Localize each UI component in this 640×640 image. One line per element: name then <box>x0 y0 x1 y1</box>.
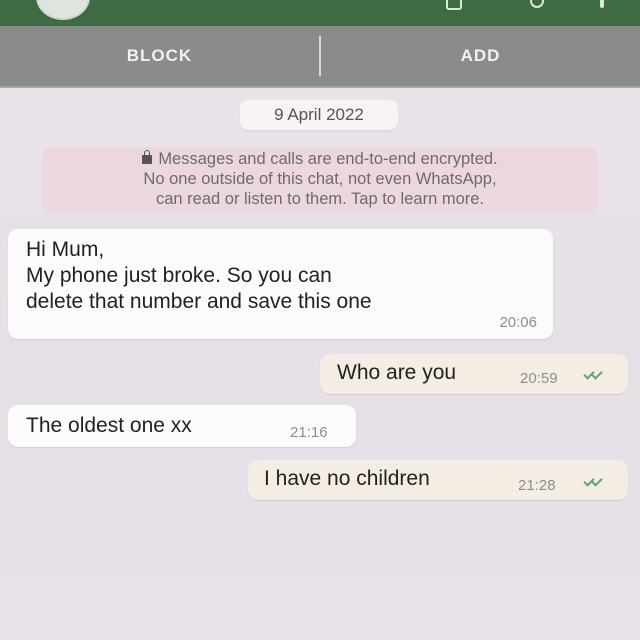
message-time: 21:16 <box>290 424 328 441</box>
contact-avatar[interactable] <box>36 0 90 20</box>
lock-icon <box>142 150 153 164</box>
block-button[interactable]: BLOCK <box>0 46 319 66</box>
message-text: I have no children <box>264 467 430 490</box>
encryption-notice-line-3: can read or listen to them. Tap to learn… <box>155 190 485 208</box>
message-time: 20:06 <box>499 314 537 331</box>
voice-call-icon[interactable] <box>530 0 544 8</box>
unknown-contact-action-bar: BLOCK ADD <box>0 26 640 88</box>
read-ticks-icon <box>582 475 608 490</box>
message-time: 21:28 <box>518 477 556 494</box>
message-text: Who are you <box>337 361 457 384</box>
add-contact-button[interactable]: ADD <box>321 46 640 66</box>
message-text: The oldest one xx <box>26 414 192 437</box>
message-bubble-outgoing[interactable]: I have no children 21:28 <box>248 460 628 500</box>
video-call-icon[interactable] <box>446 0 462 10</box>
message-bubble-incoming[interactable]: Hi Mum, My phone just broke. So you can … <box>8 229 553 339</box>
message-time: 20:59 <box>520 370 558 387</box>
message-text-line: Hi Mum, <box>26 238 105 261</box>
message-text-line: My phone just broke. So you can <box>26 264 332 287</box>
app-bar <box>0 0 640 26</box>
message-bubble-incoming[interactable]: The oldest one xx 21:16 <box>8 405 356 447</box>
date-chip: 9 April 2022 <box>240 100 398 130</box>
encryption-notice[interactable]: Messages and calls are end-to-end encryp… <box>42 147 598 213</box>
encryption-notice-line-2: No one outside of this chat, not even Wh… <box>143 170 497 188</box>
more-options-icon[interactable] <box>600 0 604 8</box>
chat-screen: BLOCK ADD 9 April 2022 Messages and call… <box>0 0 640 640</box>
read-ticks-icon <box>582 368 608 383</box>
message-text-line: delete that number and save this one <box>26 290 372 313</box>
message-bubble-outgoing[interactable]: Who are you 20:59 <box>320 354 628 394</box>
encryption-notice-line-1: Messages and calls are end-to-end encryp… <box>50 149 590 169</box>
